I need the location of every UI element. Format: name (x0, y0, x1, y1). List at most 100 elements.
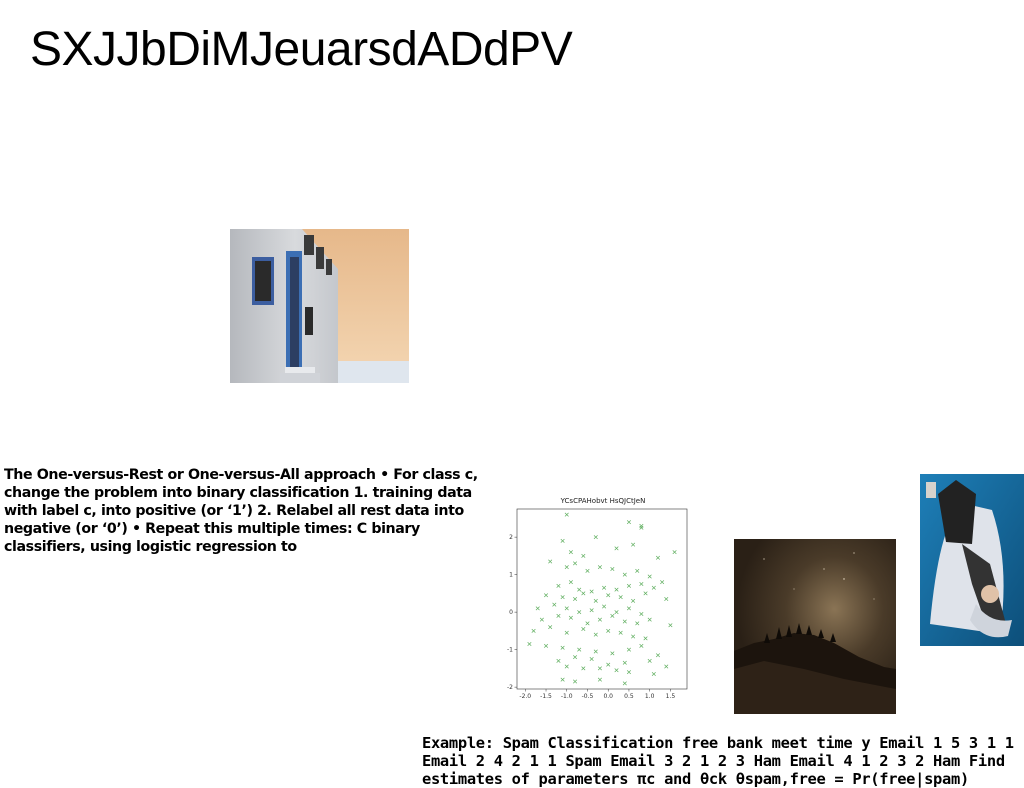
scatter-point (606, 628, 611, 633)
scatter-point (660, 580, 665, 585)
scatter-point (581, 626, 586, 632)
example-text: Example: Spam Classification free bank m… (422, 734, 1014, 788)
x-tick-label: 0.5 (624, 693, 634, 700)
scatter-point (643, 591, 648, 596)
body-text: The One-versus-Rest or One-versus-All ap… (4, 467, 478, 555)
scatter-point (635, 621, 640, 626)
scatter-point (577, 587, 582, 592)
scatter-point (618, 630, 623, 635)
scatter-point (626, 647, 631, 652)
scatter-point (610, 566, 615, 572)
scatter-point (639, 581, 644, 587)
scatter-plot-canvas: YCsCPAHobvt HsQJCtJeN -2.0 -1.5 -1.0 -0.5 0.… (507, 497, 688, 700)
scatter-point (589, 608, 594, 613)
y-tick-label: -1 (507, 647, 513, 654)
scatter-point (655, 653, 661, 658)
slide-title: SXJJbDiMJeuarsdADdPV (30, 23, 573, 76)
scatter-point (573, 596, 578, 602)
scatter-point (610, 613, 615, 618)
scatter-point (560, 595, 565, 600)
scatter-point (573, 655, 578, 660)
scatter-point (631, 542, 636, 547)
scatter-point (664, 664, 669, 669)
scatter-point (564, 565, 569, 570)
x-tick-label: -2.0 (519, 693, 531, 700)
scatter-point (560, 677, 565, 682)
scatter-point (614, 546, 619, 551)
scatter-point (622, 572, 627, 577)
scatter-point (639, 525, 644, 530)
scatter-point (531, 628, 536, 633)
scatter-point (585, 568, 590, 573)
scatter-point (631, 634, 636, 639)
scatter-point (564, 664, 569, 669)
plot-frame (516, 508, 688, 690)
scatter-point (626, 520, 631, 525)
scatter-point (647, 574, 652, 579)
scatter-point (589, 589, 594, 594)
scatter-point (651, 671, 656, 677)
scatter-point (543, 593, 549, 598)
scatter-point (552, 602, 557, 607)
scatter-point (548, 559, 553, 564)
scatter-point (618, 595, 623, 600)
scatter-point (651, 585, 656, 590)
chart-title: YCsCPAHobvt HsQJCtJeN (560, 497, 646, 505)
scatter-point (543, 643, 549, 648)
scatter-point (527, 641, 532, 647)
x-tick-label: 0.0 (603, 693, 613, 700)
scatter-point (655, 555, 661, 560)
scatter-point (535, 606, 540, 611)
scatter-point (668, 623, 673, 628)
scatter-point (647, 617, 652, 622)
scatter-point (556, 658, 561, 663)
scatter-point (593, 535, 598, 540)
y-tick-label: 1 (509, 572, 513, 579)
scatter-point (556, 613, 561, 618)
scatter-point (622, 660, 627, 665)
scatter-point (610, 651, 615, 656)
scatter-point (606, 593, 611, 598)
scatter-point (573, 561, 578, 566)
x-tick-label: -1.5 (540, 693, 552, 700)
scatter-point (639, 611, 644, 617)
scatter-point (560, 538, 565, 543)
scatter-point (564, 512, 569, 517)
scatter-point (602, 604, 607, 609)
scatter-point (631, 598, 636, 603)
scatter-point (577, 647, 582, 652)
scatter-point (560, 645, 565, 650)
scatter-point (568, 580, 573, 585)
scatter-point (581, 591, 586, 596)
scatter-point (614, 610, 619, 615)
night-sky-photo (734, 539, 896, 714)
scatter-point (581, 666, 586, 671)
scatter-point (556, 583, 561, 588)
scatter-point (639, 523, 644, 528)
scatter-chart: YCsCPAHobvt HsQJCtJeN -2.0 -1.5 -1.0 -0.5 0.… (500, 494, 696, 704)
y-tick-label: 2 (509, 534, 513, 541)
scatter-point (589, 656, 594, 662)
scatter-point (593, 632, 598, 637)
scatter-point (635, 568, 640, 573)
scatter-point (568, 615, 573, 620)
scatter-point (548, 625, 553, 630)
scatter-point (643, 636, 648, 641)
scatter-point (626, 670, 631, 675)
x-tick-label: 1.5 (666, 693, 676, 700)
scatter-point (602, 585, 607, 590)
scatter-point (639, 643, 644, 648)
scatter-point (622, 619, 627, 624)
scatter-point (573, 679, 578, 684)
x-tick-label: -1.0 (561, 693, 573, 700)
x-tick-label: 1.0 (645, 693, 655, 700)
scatter-point (581, 553, 586, 558)
scatter-point (593, 649, 598, 654)
scatter-point (568, 550, 573, 555)
scatter-point (614, 587, 619, 592)
x-tick-label: -0.5 (582, 693, 594, 700)
scatter-point (539, 617, 544, 622)
scatter-point (585, 621, 590, 626)
scatter-point (606, 662, 611, 667)
scatter-point (597, 666, 602, 671)
